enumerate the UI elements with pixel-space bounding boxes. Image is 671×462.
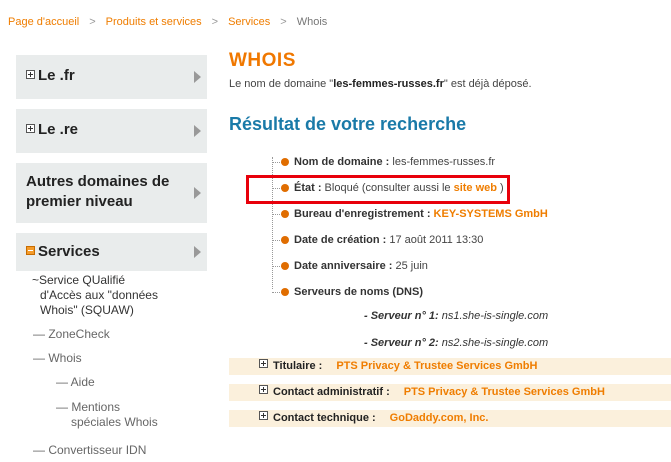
expand-plus-icon bbox=[259, 359, 268, 368]
breadcrumb-home-link[interactable]: Page d'accueil bbox=[8, 16, 79, 28]
submenu-item-label: d'Accès aux "données Whois" (SQUAW) bbox=[40, 288, 158, 317]
arrow-right-icon bbox=[194, 71, 201, 83]
submenu-item-squaw[interactable]: ~Service QUalifié d'Accès aux "données W… bbox=[16, 271, 166, 318]
sidebar-item-label: Le .fr bbox=[38, 67, 75, 84]
section-contact-technique[interactable]: Contact technique : GoDaddy.com, Inc. bbox=[229, 410, 671, 427]
page-title: WHOIS bbox=[229, 50, 296, 71]
submenu-item-whois[interactable]: — Whois bbox=[16, 346, 207, 370]
sidebar-item-fr[interactable]: Le .fr bbox=[16, 55, 207, 99]
intro-prefix: Le nom de domaine " bbox=[229, 78, 334, 90]
nameserver-value: ns2.she-is-single.com bbox=[438, 337, 549, 349]
expand-plus-icon bbox=[259, 385, 268, 394]
nameserver-row: - Serveur n° 1: ns1.she-is-single.com bbox=[272, 309, 572, 336]
highlight-annotation bbox=[246, 175, 510, 204]
sidebar-item-re[interactable]: Le .re bbox=[16, 109, 207, 153]
section-value: GoDaddy.com, Inc. bbox=[389, 412, 489, 424]
breadcrumb-separator: > bbox=[280, 16, 287, 28]
nameserver-value: ns1.she-is-single.com bbox=[438, 310, 549, 322]
sidebar: Le .fr Le .re Autres domaines de premier… bbox=[16, 55, 207, 462]
section-contact-administratif[interactable]: Contact administratif : PTS Privacy & Tru… bbox=[229, 384, 671, 401]
submenu-item-aide[interactable]: — Aide bbox=[16, 370, 207, 394]
bullet-icon bbox=[281, 210, 289, 218]
submenu-item-label: ~Service QUalifié bbox=[32, 273, 126, 287]
sidebar-item-services[interactable]: Services bbox=[16, 233, 207, 271]
services-submenu: ~Service QUalifié d'Accès aux "données W… bbox=[16, 271, 207, 462]
arrow-right-icon bbox=[194, 246, 201, 258]
section-value: PTS Privacy & Trustee Services GmbH bbox=[403, 386, 605, 398]
submenu-item-mentions[interactable]: — Mentions spéciales Whois bbox=[16, 400, 207, 430]
submenu-item-label: — Mentions bbox=[56, 400, 121, 414]
intro-text: Le nom de domaine "les-femmes-russes.fr"… bbox=[229, 78, 671, 90]
section-titulaire[interactable]: Titulaire : PTS Privacy & Trustee Service… bbox=[229, 358, 671, 375]
collapse-minus-icon bbox=[26, 246, 35, 255]
field-value: les-femmes-russes.fr bbox=[389, 156, 496, 168]
field-creation: Date de création : 17 août 2011 13:30 bbox=[272, 233, 572, 259]
breadcrumb: Page d'accueil > Produits et services > Serv… bbox=[8, 16, 327, 28]
field-value: 17 août 2011 13:30 bbox=[386, 234, 484, 246]
bullet-icon bbox=[281, 158, 289, 166]
field-anniversaire: Date anniversaire : 25 juin bbox=[272, 259, 572, 285]
field-bureau: Bureau d'enregistrement : KEY-SYSTEMS Gm… bbox=[272, 207, 572, 233]
breadcrumb-services-link[interactable]: Services bbox=[228, 16, 270, 28]
section-label: Contact technique : bbox=[273, 412, 376, 424]
arrow-right-icon bbox=[194, 125, 201, 137]
registrar-link[interactable]: KEY-SYSTEMS GmbH bbox=[434, 208, 548, 220]
arrow-right-icon bbox=[194, 187, 201, 199]
intro-domain: les-femmes-russes.fr bbox=[333, 78, 444, 90]
bullet-icon bbox=[281, 288, 289, 296]
submenu-item-idn[interactable]: — Convertisseur IDN bbox=[16, 438, 207, 462]
expand-plus-icon bbox=[26, 70, 35, 79]
breadcrumb-current: Whois bbox=[296, 16, 328, 28]
field-value: 25 juin bbox=[392, 260, 428, 272]
field-label: Date anniversaire : bbox=[294, 260, 393, 272]
section-value: PTS Privacy & Trustee Services GmbH bbox=[336, 360, 538, 372]
breadcrumb-products-link[interactable]: Produits et services bbox=[106, 16, 202, 28]
section-label: Contact administratif : bbox=[273, 386, 390, 398]
section-label: Titulaire : bbox=[273, 360, 323, 372]
sidebar-item-autres-domaines[interactable]: Autres domaines de premier niveau bbox=[16, 163, 207, 223]
sidebar-item-label: Le .re bbox=[38, 121, 79, 138]
field-label: Date de création : bbox=[294, 234, 387, 246]
breadcrumb-separator: > bbox=[89, 16, 96, 28]
submenu-item-zonecheck[interactable]: — ZoneCheck bbox=[16, 322, 207, 346]
field-label: Bureau d'enregistrement : bbox=[294, 208, 431, 220]
expand-plus-icon bbox=[259, 411, 268, 420]
intro-suffix: " est déjà déposé. bbox=[443, 78, 532, 90]
nameserver-label: - Serveur n° 2: bbox=[364, 337, 439, 349]
sidebar-item-label: Autres domaines de premier niveau bbox=[26, 173, 170, 210]
bullet-icon bbox=[281, 236, 289, 244]
result-tree: Nom de domaine : les-femmes-russes.fr Ét… bbox=[246, 155, 572, 363]
breadcrumb-separator: > bbox=[211, 16, 219, 28]
field-serveurs: Serveurs de noms (DNS) bbox=[272, 285, 572, 311]
sidebar-item-label: Services bbox=[38, 243, 100, 260]
submenu-item-label: spéciales Whois bbox=[71, 415, 158, 429]
expand-plus-icon bbox=[26, 124, 35, 133]
nameserver-label: - Serveur n° 1: bbox=[364, 310, 439, 322]
main-content: WHOIS Le nom de domaine "les-femmes-russ… bbox=[229, 50, 671, 349]
field-label: Nom de domaine : bbox=[294, 156, 390, 168]
result-title: Résultat de votre recherche bbox=[229, 114, 467, 134]
bullet-icon bbox=[281, 262, 289, 270]
field-label: Serveurs de noms (DNS) bbox=[294, 286, 423, 298]
